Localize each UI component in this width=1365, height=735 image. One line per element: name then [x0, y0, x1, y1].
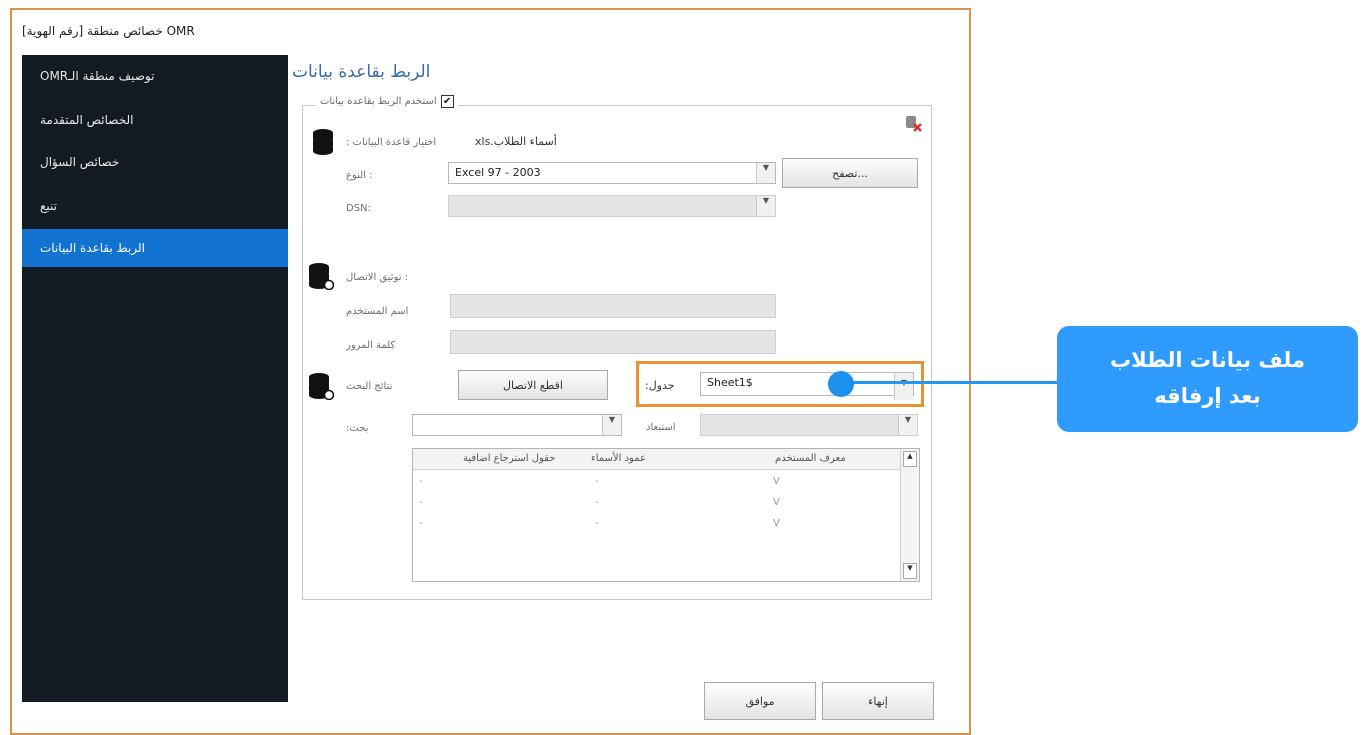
chevron-down-icon: ▼	[756, 163, 775, 183]
exclude-label: استبعاد	[646, 422, 676, 433]
search-label: بحث:	[346, 423, 369, 434]
grid-header-names: عمود الأسماء	[591, 453, 646, 464]
grid-cell: -	[419, 497, 423, 508]
sidebar-item-advanced[interactable]: الخصائص المتقدمة	[22, 103, 288, 139]
disconnect-button[interactable]: اقطع الاتصال	[458, 370, 608, 400]
fields-grid: معرف المستخدم عمود الأسماء حقول استرجاع …	[412, 448, 920, 582]
search-results-label: نتائج البحث	[346, 381, 393, 392]
callout-line	[842, 381, 1058, 384]
grid-cell: V	[773, 476, 780, 487]
auth-label: : توثيق الاتصال	[346, 272, 409, 283]
search-select[interactable]: ▼	[412, 414, 622, 436]
database-search-icon	[308, 372, 335, 401]
highlight-box	[636, 361, 924, 407]
sidebar-item-label: تنبع	[40, 199, 57, 213]
grid-header-extra: حقول استرجاع اضافية	[463, 453, 556, 464]
grid-cell: -	[419, 518, 423, 529]
grid-cell: V	[773, 497, 780, 508]
grid-cell: V	[773, 518, 780, 529]
browse-button[interactable]: تصفح...	[782, 158, 918, 188]
chevron-down-icon: ▼	[602, 415, 621, 435]
use-db-label: استخدم الربط بقاعدة بيانات	[320, 96, 437, 107]
sidebar-item-question[interactable]: خصائص السؤال	[22, 145, 288, 181]
username-input[interactable]	[450, 294, 776, 318]
chevron-down-icon: ▼	[756, 196, 775, 216]
type-label: : النوع	[346, 170, 373, 181]
sidebar-item-label: الخصائص المتقدمة	[40, 113, 134, 127]
sidebar-item-label: خصائص السؤال	[40, 155, 120, 169]
sidebar-item-db-link[interactable]: الربط بقاعدة البيانات	[22, 229, 288, 267]
grid-scrollbar[interactable]: ▲ ▼	[900, 449, 919, 581]
sidebar-item-omr-description[interactable]: توصيف منطقة الـOMR	[22, 59, 288, 95]
ok-button[interactable]: موافق	[704, 682, 816, 720]
callout-line-1: ملف بيانات الطلاب	[1109, 348, 1305, 372]
dsn-select[interactable]: ▼	[448, 195, 776, 217]
password-input[interactable]	[450, 330, 776, 354]
database-icon	[312, 128, 334, 155]
exclude-select[interactable]: ▼	[700, 414, 918, 436]
grid-cell: -	[595, 518, 599, 529]
callout-bubble: ملف بيانات الطلاب بعد إرفاقه	[1057, 326, 1358, 432]
chevron-up-icon[interactable]: ▲	[903, 451, 917, 467]
chevron-down-icon[interactable]: ▼	[903, 563, 917, 579]
page-title: الربط بقاعدة بيانات	[292, 62, 431, 82]
db-file-name: أسماء الطلاب.xls	[475, 135, 557, 148]
grid-cell: -	[595, 497, 599, 508]
callout-dot	[828, 371, 854, 397]
chevron-down-icon: ▼	[898, 415, 917, 435]
sidebar-item-label: توصيف منطقة الـOMR	[40, 69, 155, 83]
clear-connection-icon[interactable]	[903, 113, 923, 133]
sidebar: توصيف منطقة الـOMR الخصائص المتقدمة خصائ…	[22, 55, 288, 702]
use-db-checkbox[interactable]: ✔	[440, 95, 454, 108]
database-connect-icon	[308, 262, 335, 291]
password-label: كلمة المرور	[346, 340, 396, 351]
type-value: Excel 97 - 2003	[455, 166, 541, 179]
type-select[interactable]: Excel 97 - 2003 ▼	[448, 162, 776, 184]
grid-cell: -	[595, 476, 599, 487]
sidebar-item-label: الربط بقاعدة البيانات	[40, 241, 145, 255]
username-label: اسم المستخدم	[346, 306, 409, 317]
callout-line-2: بعد إرفاقه	[1154, 384, 1261, 408]
title-bar: خصائص منطقة [رقم الهوية] OMR	[12, 10, 969, 50]
use-db-legend: ✔ استخدم الربط بقاعدة بيانات	[316, 95, 458, 108]
finish-button[interactable]: إنهاء	[822, 682, 934, 720]
grid-header-user-id: معرف المستخدم	[775, 453, 846, 464]
sidebar-item-follow[interactable]: تنبع	[22, 189, 288, 225]
window-title: خصائص منطقة [رقم الهوية] OMR	[22, 24, 195, 38]
dsn-label: DSN:	[346, 203, 371, 214]
grid-cell: -	[419, 476, 423, 487]
db-choose-label: اختيار قاعدة البيانات :	[346, 137, 437, 148]
